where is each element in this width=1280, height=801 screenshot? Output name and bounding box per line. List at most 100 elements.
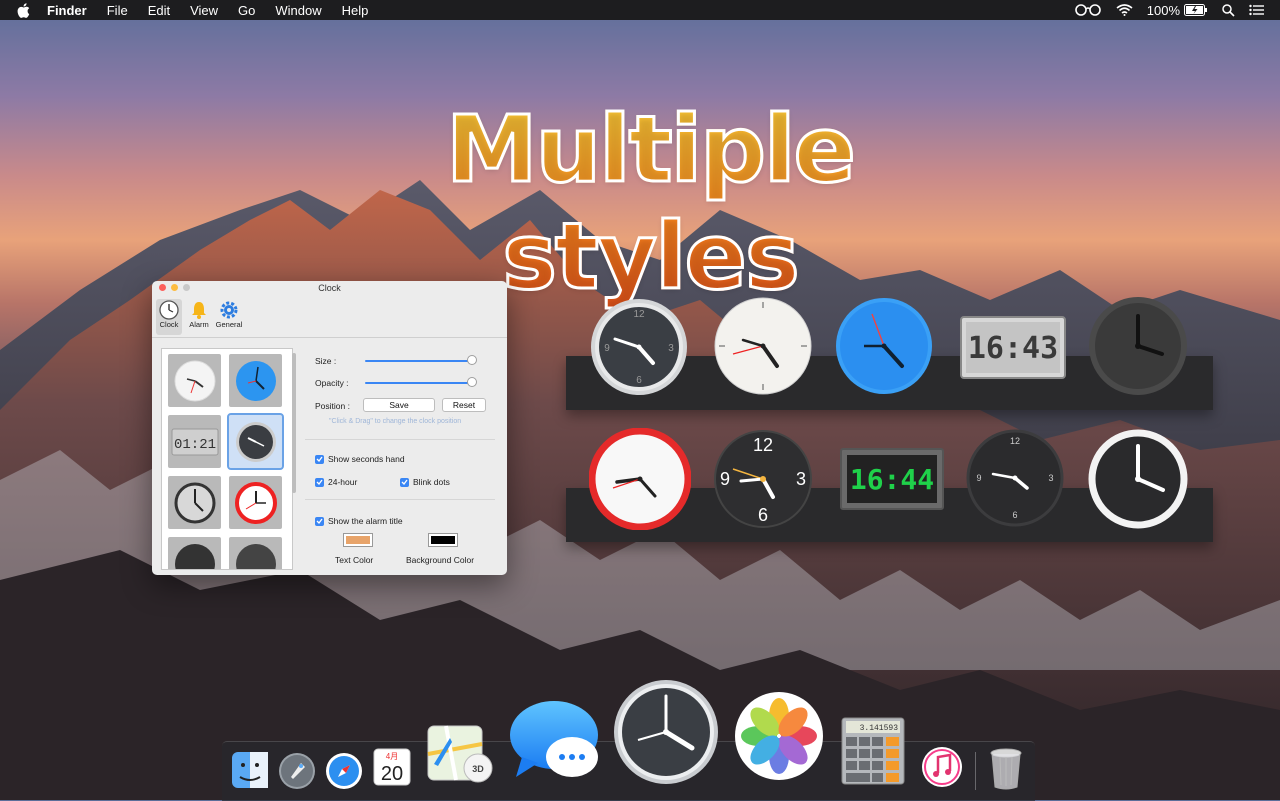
size-slider-knob[interactable] <box>467 355 477 365</box>
launchpad-icon[interactable] <box>277 751 317 791</box>
blink-dots-label: Blink dots <box>413 477 450 487</box>
clock-red <box>589 428 691 530</box>
style-lcd[interactable]: 01:21 <box>168 415 221 468</box>
blink-dots-row[interactable]: Blink dots <box>400 477 450 487</box>
divider <box>305 439 495 440</box>
clock-settings-window: Clock Clock Alarm General 01:21 Size: O… <box>152 281 507 575</box>
h24-checkbox[interactable] <box>315 477 324 487</box>
clock-black-outline <box>1089 297 1187 395</box>
menu-file[interactable]: File <box>107 3 128 18</box>
position-label: Position : <box>315 401 350 411</box>
show-alarm-title-checkbox[interactable] <box>315 516 324 526</box>
show-seconds-checkbox[interactable] <box>315 454 324 464</box>
style-white-classic[interactable] <box>168 354 221 407</box>
show-seconds-row[interactable]: Show seconds hand <box>315 454 405 464</box>
clock-dark-numbers: 12 3 6 9 <box>714 430 812 528</box>
led-time-2: 16:44 <box>850 463 934 496</box>
list-icon[interactable] <box>1249 4 1264 16</box>
window-title: Clock <box>318 283 341 293</box>
photos-icon[interactable] <box>733 690 825 782</box>
show-seconds-label: Show seconds hand <box>328 454 405 464</box>
svg-text:12: 12 <box>633 309 645 320</box>
menu-edit[interactable]: Edit <box>148 3 170 18</box>
h24-label: 24-hour <box>328 477 358 487</box>
svg-text:3: 3 <box>1048 473 1053 483</box>
style-dark-ticks[interactable] <box>229 537 282 569</box>
messages-icon[interactable] <box>508 697 600 781</box>
menu-go[interactable]: Go <box>238 3 255 18</box>
opacity-label: Opacity : <box>315 378 349 388</box>
tab-clock[interactable]: Clock <box>156 299 182 335</box>
calendar-icon[interactable]: 4月 20 <box>372 747 412 787</box>
position-hint: "Click & Drag" to change the clock posit… <box>329 418 462 425</box>
trash-icon[interactable] <box>988 747 1024 791</box>
menu-view[interactable]: View <box>190 3 218 18</box>
style-outline[interactable] <box>168 476 221 529</box>
text-color-swatch[interactable] <box>343 533 373 547</box>
h24-row[interactable]: 24-hour <box>315 477 357 487</box>
opacity-slider[interactable] <box>365 382 471 384</box>
background-color-label: Background Color <box>406 555 475 565</box>
gear-icon <box>220 301 238 319</box>
save-button[interactable]: Save <box>363 398 435 412</box>
clock-style-list[interactable]: 01:21 <box>161 348 293 570</box>
clock-icon <box>159 300 179 320</box>
tab-general-label: General <box>215 320 243 329</box>
safari-icon[interactable] <box>324 751 364 791</box>
svg-text:3: 3 <box>668 343 674 354</box>
show-alarm-title-label: Show the alarm title <box>328 516 403 526</box>
window-titlebar[interactable]: Clock <box>152 281 507 295</box>
calculator-icon[interactable]: 3.141593 <box>838 716 908 786</box>
headline: Multiple styles <box>320 95 980 312</box>
menu-app-name[interactable]: Finder <box>47 3 87 18</box>
battery-percent: 100% <box>1146 2 1180 18</box>
itunes-icon[interactable] <box>920 745 964 789</box>
svg-text:3: 3 <box>796 469 806 489</box>
clock-lcd: 16:43 <box>960 316 1066 379</box>
glasses-icon[interactable] <box>1074 4 1102 16</box>
clock-icon[interactable] <box>612 678 720 786</box>
apple-icon[interactable] <box>17 2 33 18</box>
blink-dots-checkbox[interactable] <box>400 477 409 487</box>
wifi-icon[interactable] <box>1116 4 1133 16</box>
tab-general[interactable]: General <box>216 299 242 335</box>
style-blue[interactable] <box>229 354 282 407</box>
clock-dark-roman: 12 3 6 9 <box>966 429 1064 527</box>
style-red[interactable] <box>229 476 282 529</box>
menu-window[interactable]: Window <box>275 3 321 18</box>
opacity-slider-knob[interactable] <box>467 377 477 387</box>
style-dark-metal[interactable] <box>227 413 284 470</box>
svg-text:9: 9 <box>720 469 730 489</box>
size-slider[interactable] <box>365 360 471 362</box>
reset-button[interactable]: Reset <box>442 398 486 412</box>
finder-icon[interactable] <box>231 751 269 789</box>
text-color-label: Text Color <box>335 555 374 565</box>
background-color-swatch[interactable] <box>428 533 458 547</box>
show-alarm-title-row[interactable]: Show the alarm title <box>315 516 403 526</box>
divider <box>305 499 495 500</box>
svg-text:9: 9 <box>976 473 981 483</box>
search-icon[interactable] <box>1222 3 1235 17</box>
battery-icon[interactable] <box>1184 4 1208 16</box>
maps-icon[interactable]: 3D <box>426 724 498 786</box>
clock-dark-metal: 12 3 6 9 <box>591 299 687 395</box>
close-button[interactable] <box>159 284 166 291</box>
calendar-day: 20 <box>381 763 403 785</box>
menu-help[interactable]: Help <box>342 3 369 18</box>
tab-alarm[interactable]: Alarm <box>186 299 212 335</box>
zoom-button[interactable] <box>183 284 190 291</box>
svg-text:6: 6 <box>758 505 768 525</box>
svg-text:12: 12 <box>753 435 773 455</box>
minimize-button[interactable] <box>171 284 178 291</box>
svg-text:9: 9 <box>604 343 610 354</box>
clock-blue <box>836 298 932 394</box>
style-dark-numbers[interactable] <box>168 537 221 569</box>
style-list-scrollbar[interactable] <box>292 353 296 493</box>
clock-green-led: 16:44 <box>840 448 944 510</box>
tab-clock-label: Clock <box>159 320 179 329</box>
size-label: Size : <box>315 356 337 366</box>
window-toolbar: Clock Alarm General <box>152 295 507 338</box>
calendar-month: 4月 <box>386 752 398 761</box>
clock-white-classic <box>714 297 812 395</box>
maps-3d-badge: 3D <box>472 764 484 774</box>
